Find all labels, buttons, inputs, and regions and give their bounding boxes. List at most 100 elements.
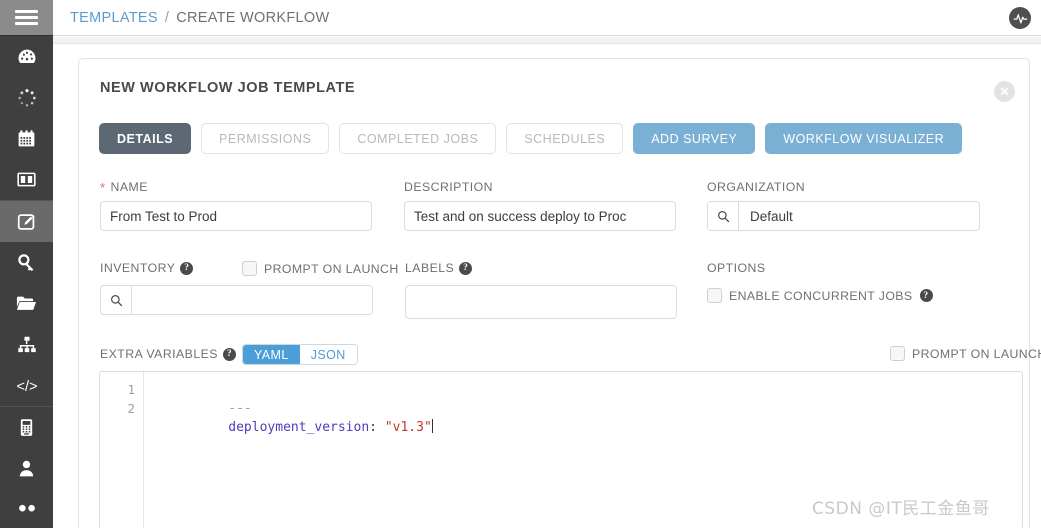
key-icon (16, 252, 38, 274)
yaml-key-token: deployment_version (228, 420, 370, 435)
options-label-text: OPTIONS (707, 261, 766, 275)
sidebar-group-resources: </> (0, 201, 53, 407)
inventory-label-text: INVENTORY (100, 261, 176, 275)
inventory-prompt-on-launch-checkbox[interactable] (242, 261, 257, 276)
sidebar-group-admin (0, 407, 53, 528)
yaml-document-start-token: --- (228, 401, 252, 416)
sidebar-item-users[interactable] (0, 448, 53, 489)
workflow-job-template-form-card: NEW WORKFLOW JOB TEMPLATE DETAILS PERMIS… (78, 58, 1041, 528)
page-title: NEW WORKFLOW JOB TEMPLATE (100, 80, 356, 96)
organization-label-text: ORGANIZATION (707, 180, 806, 194)
question-mark-icon[interactable]: ? (180, 261, 194, 275)
options-label: OPTIONS (707, 261, 766, 275)
tab-details[interactable]: DETAILS (99, 123, 192, 154)
add-survey-button[interactable]: ADD SURVEY (633, 123, 756, 154)
sidebar-item-portal-mode[interactable] (0, 159, 53, 200)
editor-line-number-gutter: 1 2 (100, 372, 144, 528)
search-icon[interactable] (708, 202, 739, 230)
yaml-string-token: "v1.3" (384, 420, 432, 435)
sidebar-item-dashboard[interactable] (0, 36, 53, 77)
enable-concurrent-jobs-label: ENABLE CONCURRENT JOBS (729, 288, 913, 303)
close-icon[interactable] (994, 81, 1015, 102)
sidebar-item-schedules[interactable] (0, 118, 53, 159)
line-number: 1 (127, 382, 135, 397)
sidebar-item-settings[interactable] (0, 407, 53, 448)
question-mark-icon[interactable]: ? (919, 289, 933, 302)
pencil-square-icon (16, 211, 38, 233)
breadcrumb-link-templates[interactable]: TEMPLATES (70, 10, 158, 26)
sidebar-item-teams[interactable] (0, 489, 53, 528)
sitemap-icon (16, 334, 38, 356)
inventory-label: INVENTORY ? (100, 261, 194, 275)
sidebar-group-primary (0, 36, 53, 201)
extra-variables-label-text: EXTRA VARIABLES (100, 347, 218, 361)
question-mark-icon[interactable]: ? (459, 261, 473, 275)
line-number: 2 (127, 401, 135, 416)
columns-icon (16, 169, 37, 190)
breadcrumb-separator: / (164, 9, 170, 26)
inventory-lookup-field[interactable] (100, 285, 373, 315)
variables-format-toggle: YAML JSON (242, 344, 358, 365)
text-cursor (431, 419, 433, 433)
primary-sidebar: </> (0, 0, 53, 528)
page-header-strip (53, 37, 1041, 44)
tab-completed-jobs[interactable]: COMPLETED JOBS (339, 123, 497, 154)
calendar-icon (16, 128, 37, 149)
users-group-icon (16, 503, 38, 517)
format-yaml-button[interactable]: YAML (243, 345, 300, 364)
user-icon (16, 458, 37, 479)
labels-label-text: LABELS (405, 261, 455, 275)
extra-variables-prompt-on-launch-checkbox[interactable] (890, 346, 905, 361)
organization-input[interactable]: Default (739, 202, 979, 230)
extra-variables-prompt-on-launch-row[interactable]: PROMPT ON LAUNCH (890, 346, 1041, 361)
tab-schedules[interactable]: SCHEDULES (506, 123, 624, 154)
sidebar-item-inventories[interactable] (0, 324, 53, 365)
description-label-text: DESCRIPTION (404, 180, 493, 194)
menu-toggle-button[interactable] (0, 0, 53, 36)
inventory-prompt-on-launch-label: PROMPT ON LAUNCH (264, 261, 399, 276)
tab-permissions[interactable]: PERMISSIONS (201, 123, 330, 154)
extra-variables-label: EXTRA VARIABLES ? (100, 347, 236, 361)
calculator-icon (16, 417, 37, 438)
code-line: deployment_version: "v1.3" (150, 399, 1022, 435)
inventory-input[interactable] (132, 286, 372, 314)
sidebar-item-templates[interactable] (0, 201, 53, 242)
watermark-text: CSDN @IT民工金鱼哥 (812, 499, 990, 519)
hamburger-icon (15, 7, 38, 28)
extra-variables-prompt-on-launch-label: PROMPT ON LAUNCH (912, 346, 1041, 361)
gauge-icon (16, 46, 38, 68)
sidebar-item-credentials[interactable] (0, 242, 53, 283)
code-line: --- (150, 380, 1022, 416)
enable-concurrent-jobs-row[interactable]: ENABLE CONCURRENT JOBS ? (707, 288, 933, 303)
application-window: </> TEMPLATES / CREATE WORKFLOW NEW WORK… (0, 0, 1041, 528)
code-icon: </> (15, 374, 39, 398)
sidebar-item-inventory-scripts[interactable]: </> (0, 365, 53, 406)
inventory-prompt-on-launch-row[interactable]: PROMPT ON LAUNCH (242, 261, 399, 276)
spinner-icon (16, 87, 38, 109)
enable-concurrent-jobs-checkbox[interactable] (707, 288, 722, 303)
workflow-visualizer-button[interactable]: WORKFLOW VISUALIZER (765, 123, 963, 154)
labels-label: LABELS ? (405, 261, 473, 275)
form-tab-bar: DETAILS PERMISSIONS COMPLETED JOBS SCHED… (99, 123, 963, 154)
ansible-tower-logo-icon (1009, 7, 1031, 29)
question-mark-icon[interactable]: ? (222, 347, 236, 361)
svg-text:</>: </> (16, 379, 37, 395)
breadcrumb: TEMPLATES / CREATE WORKFLOW (70, 10, 329, 26)
required-marker: * (100, 179, 106, 195)
organization-lookup-field[interactable]: Default (707, 201, 980, 231)
breadcrumb-current-page: CREATE WORKFLOW (176, 9, 330, 26)
labels-input[interactable] (405, 285, 677, 319)
name-label: * NAME (100, 180, 148, 194)
name-input[interactable]: From Test to Prod (100, 201, 372, 231)
sidebar-item-jobs[interactable] (0, 77, 53, 118)
name-label-text: NAME (110, 180, 148, 194)
description-label: DESCRIPTION (404, 180, 493, 194)
yaml-colon-token: : (369, 420, 385, 435)
sidebar-item-projects[interactable] (0, 283, 53, 324)
description-input[interactable]: Test and on success deploy to Proc (404, 201, 676, 231)
organization-label: ORGANIZATION (707, 180, 805, 194)
top-navigation-bar: TEMPLATES / CREATE WORKFLOW (53, 0, 1041, 36)
folder-icon (15, 292, 38, 315)
search-icon[interactable] (101, 286, 132, 314)
format-json-button[interactable]: JSON (299, 345, 357, 364)
